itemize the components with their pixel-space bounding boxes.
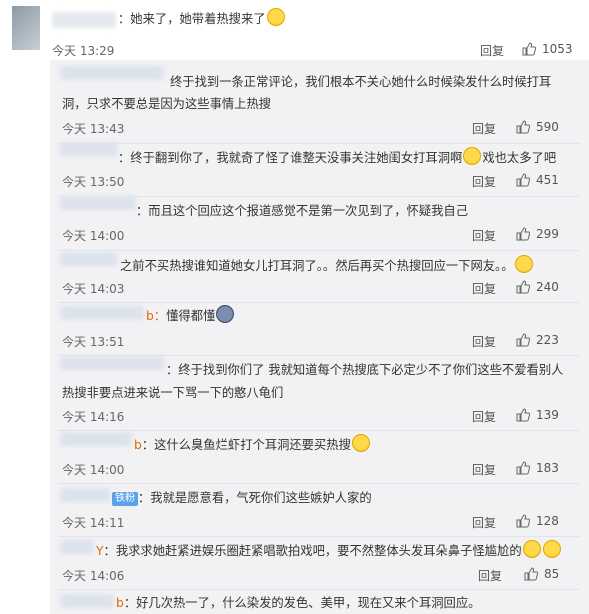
- reply-text: 之前不买热搜谁知道她女儿打耳洞了。。然后再买个热搜回应一下网友。。: [120, 259, 514, 273]
- reply-prefix: b：: [146, 309, 167, 323]
- divider: [58, 430, 580, 431]
- reply-button[interactable]: 回复: [478, 567, 502, 584]
- like-button[interactable]: 128: [516, 514, 559, 528]
- like-count: 451: [536, 173, 559, 187]
- reply-prefix: b: [134, 438, 142, 452]
- thumbs-up-icon: [516, 408, 530, 422]
- divider: [58, 483, 580, 484]
- like-count: 1053: [542, 42, 573, 56]
- like-button[interactable]: 590: [516, 120, 559, 134]
- reply-button[interactable]: 回复: [472, 333, 496, 350]
- cat-emoji-icon: [266, 8, 285, 26]
- divider: [58, 143, 580, 144]
- reply-text: ：我求求她赶紧进娱乐圈赶紧唱歌拍戏吧，要不然整体头发耳朵鼻子怪尴尬的: [103, 544, 522, 558]
- like-button[interactable]: 223: [516, 333, 559, 347]
- like-count: 85: [544, 567, 560, 581]
- reply-text: ：终于找到你们了 我就知道每个热搜底下必定少不了你们这些不爱看别人: [166, 363, 564, 377]
- like-count: 590: [536, 120, 559, 134]
- reply-text: ：好几次热一了，什么染发的发色、美甲，现在又来个耳洞回应。: [123, 596, 481, 610]
- like-button[interactable]: 1053: [522, 42, 573, 56]
- shocked-emoji-icon: [216, 305, 235, 323]
- reply-username[interactable]: [60, 488, 110, 502]
- like-count: 299: [536, 227, 559, 241]
- reply-username[interactable]: [60, 540, 94, 554]
- reply-button[interactable]: 回复: [480, 42, 504, 59]
- like-button[interactable]: 139: [516, 408, 559, 422]
- timestamp: 今天 14:16: [62, 410, 125, 424]
- thumbs-up-icon: [516, 173, 530, 187]
- reply-text: ：而且这个回应这个报道感觉不是第一次见到了，怀疑我自己: [136, 204, 469, 218]
- timestamp: 今天 13:50: [62, 175, 125, 189]
- divider: [58, 196, 580, 197]
- cat-emoji-icon: [514, 255, 533, 273]
- username[interactable]: [52, 12, 116, 28]
- timestamp: 今天 13:29: [52, 44, 115, 58]
- divider: [58, 536, 580, 537]
- laugh-cry-emoji-icon: [351, 434, 370, 452]
- like-button[interactable]: 451: [516, 173, 559, 187]
- like-button[interactable]: 299: [516, 227, 559, 241]
- reply-button[interactable]: 回复: [472, 280, 496, 297]
- timestamp: 今天 14:00: [62, 229, 125, 243]
- thumbs-up-icon: [524, 567, 538, 581]
- fan-badge: 铁粉: [112, 492, 138, 506]
- awkward-emoji-icon: [542, 540, 561, 558]
- reply-button[interactable]: 回复: [472, 173, 496, 190]
- comment-top: ：她来了，她带着热搜来了 今天 13:29 回复 1053: [0, 0, 589, 60]
- timestamp: 今天 14:11: [62, 516, 125, 530]
- timestamp: 今天 14:03: [62, 282, 125, 296]
- like-count: 128: [536, 514, 559, 528]
- reply-text: 终于找到一条正常评论，我们根本不关心她什么时候染发什么时候打耳: [170, 75, 552, 89]
- reply-text: ：我就是愿意看，气死你们这些嫉妒人家的: [138, 491, 372, 505]
- timestamp: 今天 13:43: [62, 122, 125, 136]
- reply-text: 懂得都懂: [166, 309, 216, 323]
- thumbs-up-icon: [516, 227, 530, 241]
- reply-button[interactable]: 回复: [472, 514, 496, 531]
- divider: [58, 250, 580, 251]
- reply-username[interactable]: [60, 306, 144, 320]
- reply-button[interactable]: 回复: [472, 120, 496, 137]
- like-count: 183: [536, 461, 559, 475]
- like-count: 139: [536, 408, 559, 422]
- reply-username[interactable]: [60, 356, 164, 370]
- like-count: 223: [536, 333, 559, 347]
- reply-username[interactable]: [60, 196, 136, 210]
- thumbs-up-icon: [516, 280, 530, 294]
- avatar[interactable]: [12, 6, 40, 50]
- like-button[interactable]: 183: [516, 461, 559, 475]
- reply-button[interactable]: 回复: [472, 408, 496, 425]
- reply-text-cont: 热搜非要点进来说一下骂一下的憨八龟们: [62, 386, 284, 400]
- reply-text: ：这什么臭鱼烂虾打个耳洞还要买热搜: [141, 438, 351, 452]
- thumbs-up-icon: [516, 514, 530, 528]
- like-button[interactable]: 240: [516, 280, 559, 294]
- like-count: 240: [536, 280, 559, 294]
- reply-prefix: Y: [96, 544, 104, 558]
- like-button[interactable]: 85: [524, 567, 559, 581]
- divider: [58, 589, 580, 590]
- reply-button[interactable]: 回复: [472, 227, 496, 244]
- reply-text-cont: 洞，只求不要总是因为这些事情上热搜: [62, 97, 272, 111]
- reply-username[interactable]: [60, 594, 114, 608]
- divider: [58, 302, 580, 303]
- comment-text: ：她来了，她带着热搜来了: [118, 12, 266, 26]
- reply-username[interactable]: [60, 252, 118, 266]
- reply-username[interactable]: [60, 66, 164, 80]
- reply-button[interactable]: 回复: [472, 461, 496, 478]
- thumbs-up-icon: [516, 120, 530, 134]
- reply-prefix: b: [116, 596, 124, 610]
- timestamp: 今天 14:00: [62, 463, 125, 477]
- reply-username[interactable]: [60, 432, 132, 446]
- timestamp: 今天 13:51: [62, 335, 125, 349]
- awkward-emoji-icon: [522, 540, 541, 558]
- reply-text-cont: 戏也太多了吧: [482, 151, 557, 165]
- reply-text: ：终于翻到你了，我就奇了怪了谁整天没事关注她闺女打耳洞啊: [118, 151, 463, 165]
- thumbs-up-icon: [516, 461, 530, 475]
- timestamp: 今天 14:06: [62, 569, 125, 583]
- wink-emoji-icon: [463, 147, 482, 165]
- thumbs-up-icon: [516, 333, 530, 347]
- thumbs-up-icon: [522, 42, 536, 56]
- reply-username[interactable]: [60, 142, 118, 156]
